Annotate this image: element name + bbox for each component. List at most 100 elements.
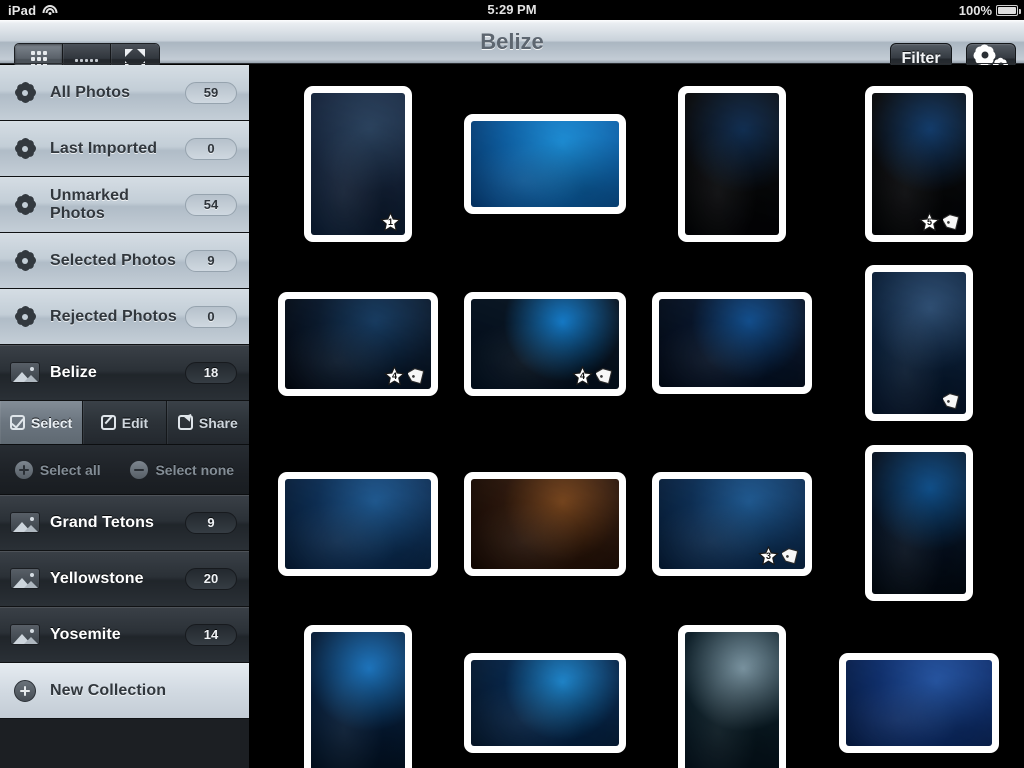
- plus-circle-icon: [0, 679, 50, 702]
- rating-star-icon: 4: [384, 366, 405, 386]
- sidebar-item-grand-tetons[interactable]: Grand Tetons 9: [0, 495, 249, 551]
- photo-image: [285, 479, 431, 569]
- new-collection-button[interactable]: New Collection: [0, 663, 249, 719]
- photo-texture: [471, 660, 619, 746]
- sidebar-item-rejected-photos[interactable]: Rejected Photos 0: [0, 289, 249, 345]
- checkbox-icon: [10, 415, 26, 430]
- sidebar-item-last-imported[interactable]: Last Imported 0: [0, 121, 249, 177]
- status-bar-clock: 5:29 PM: [487, 2, 537, 17]
- rating-value: 5: [926, 217, 932, 227]
- sidebar-item-label: Yellowstone: [50, 569, 144, 587]
- tab-label: Edit: [121, 414, 149, 431]
- photo-thumbnail[interactable]: 4: [278, 292, 438, 396]
- rating-value: 4: [391, 371, 397, 381]
- photo-thumbnail[interactable]: [652, 292, 812, 394]
- photo-thumbnail[interactable]: [678, 625, 786, 768]
- sidebar-item-label: Unmarked Photos: [50, 186, 130, 222]
- rating-star-icon: 3: [758, 546, 779, 566]
- photo-thumbnail[interactable]: 5: [865, 86, 973, 242]
- photo-image: [685, 632, 779, 768]
- sidebar[interactable]: All Photos 59 Last Imported 0 Unmarked P…: [0, 65, 250, 768]
- collection-action-tabs[interactable]: Select Edit Share: [0, 401, 249, 445]
- photo-thumbnail[interactable]: [464, 472, 626, 576]
- pencil-square-icon: [100, 415, 116, 430]
- rating-star-icon: 1: [380, 212, 401, 232]
- photo-texture: [872, 452, 966, 594]
- photo-image: [659, 299, 805, 387]
- sidebar-item-count: 54: [185, 193, 237, 216]
- photo-badges: 1: [380, 212, 401, 232]
- gear-icon: [0, 308, 50, 325]
- photo-thumbnail[interactable]: [839, 653, 999, 753]
- photo-texture: [285, 479, 431, 569]
- photo-thumbnail[interactable]: 3: [652, 472, 812, 576]
- selection-actions-row: Select all Select none: [0, 445, 249, 495]
- photo-thumbnail[interactable]: 4: [464, 292, 626, 396]
- photo-image: [872, 272, 966, 414]
- photo-image: [846, 660, 992, 746]
- tag-icon: [780, 547, 801, 566]
- photo-grid[interactable]: 1 5 4 4 3: [250, 65, 1024, 768]
- sidebar-item-count: 14: [185, 623, 237, 646]
- select-all-button[interactable]: Select all: [14, 460, 101, 479]
- photo-texture: [471, 479, 619, 569]
- photo-image: [311, 632, 405, 768]
- photo-image: [471, 121, 619, 207]
- photo-thumbnail[interactable]: [678, 86, 786, 242]
- photo-thumbnail[interactable]: [278, 472, 438, 576]
- sidebar-item-unmarked-photos[interactable]: Unmarked Photos 54: [0, 177, 249, 233]
- status-bar: iPad 5:29 PM 100%: [0, 0, 1024, 20]
- rating-value: 4: [579, 371, 585, 381]
- tab-share[interactable]: Share: [166, 401, 249, 444]
- photo-badges: 5: [919, 212, 962, 232]
- photo-thumbnail[interactable]: [865, 265, 973, 421]
- photo-image: [872, 452, 966, 594]
- photo-icon: [0, 512, 50, 533]
- sidebar-item-selected-photos[interactable]: Selected Photos 9: [0, 233, 249, 289]
- sidebar-item-count: 9: [185, 511, 237, 534]
- select-none-button[interactable]: Select none: [130, 460, 235, 479]
- sidebar-item-belize[interactable]: Belize 18: [0, 345, 249, 401]
- photo-texture: [846, 660, 992, 746]
- top-toolbar: Belize Filter: [0, 20, 1024, 75]
- tab-edit[interactable]: Edit: [83, 401, 167, 444]
- photo-icon: [0, 624, 50, 645]
- photo-image: [471, 660, 619, 746]
- photo-image: 3: [659, 479, 805, 569]
- photo-thumbnail[interactable]: [464, 114, 626, 214]
- tag-icon: [594, 367, 615, 386]
- photo-image: 4: [471, 299, 619, 389]
- tab-label: Share: [198, 414, 238, 431]
- tab-select[interactable]: Select: [0, 401, 84, 444]
- sidebar-item-yellowstone[interactable]: Yellowstone 20: [0, 551, 249, 607]
- sidebar-item-count: 9: [185, 249, 237, 272]
- plus-circle-icon: [14, 460, 33, 479]
- gear-icon: [0, 252, 50, 269]
- battery-icon: [996, 4, 1021, 16]
- sidebar-item-all-photos[interactable]: All Photos 59: [0, 65, 249, 121]
- photo-image: 4: [285, 299, 431, 389]
- photo-image: 5: [872, 93, 966, 235]
- photo-texture: [311, 632, 405, 768]
- sidebar-item-count: 59: [185, 81, 237, 104]
- photo-thumbnail[interactable]: [304, 625, 412, 768]
- minus-circle-icon: [130, 460, 149, 479]
- photo-texture: [659, 299, 805, 387]
- photo-thumbnail[interactable]: [464, 653, 626, 753]
- photo-image: [685, 93, 779, 235]
- rating-value: 1: [387, 217, 393, 227]
- rating-value: 3: [765, 551, 771, 561]
- select-none-label: Select none: [155, 461, 235, 478]
- photo-image: [471, 479, 619, 569]
- photo-thumbnail[interactable]: 1: [304, 86, 412, 242]
- photo-icon: [0, 362, 50, 383]
- photo-image: 1: [311, 93, 405, 235]
- sidebar-item-count: 18: [185, 361, 237, 384]
- ipad-screen: iPad 5:29 PM 100% Belize Filter All Phot…: [0, 0, 1024, 768]
- photo-texture: [685, 632, 779, 768]
- sidebar-item-yosemite[interactable]: Yosemite 14: [0, 607, 249, 663]
- photo-texture: [471, 121, 619, 207]
- photo-thumbnail[interactable]: [865, 445, 973, 601]
- tab-label: Select: [31, 414, 73, 431]
- tag-icon: [406, 367, 427, 386]
